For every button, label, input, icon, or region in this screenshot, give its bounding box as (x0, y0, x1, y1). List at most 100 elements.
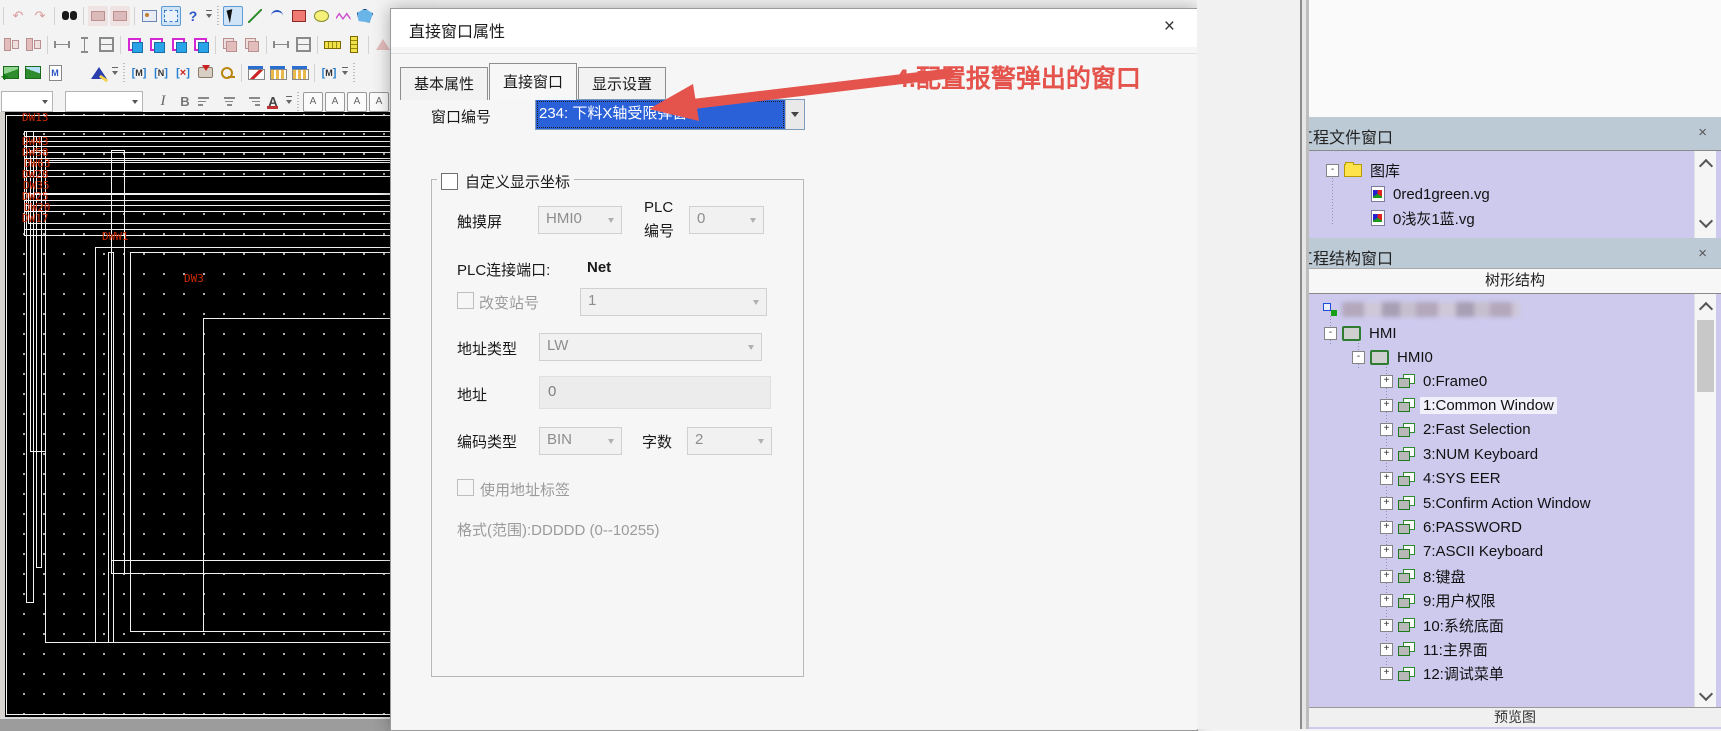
toolbar-overflow-icon[interactable] (204, 7, 214, 25)
addr-type-combo[interactable]: LW (539, 333, 762, 361)
line-tool-icon[interactable] (245, 6, 265, 26)
image-library-icon[interactable] (23, 63, 43, 83)
text-fit-icon[interactable]: A (303, 92, 323, 112)
distribute-icon[interactable] (23, 35, 43, 55)
address-book-icon[interactable] (139, 6, 159, 26)
ellipse-tool-icon[interactable] (311, 6, 331, 26)
polyline-tool-icon[interactable] (333, 6, 353, 26)
tree-item-window[interactable]: +3:NUM Keyboard (1380, 443, 1541, 465)
expand-icon[interactable]: + (1380, 667, 1393, 680)
delete-state-icon[interactable]: × (173, 63, 193, 83)
collapse-icon[interactable]: - (1326, 164, 1339, 177)
tree-item-window[interactable]: +7:ASCII Keyboard (1380, 541, 1546, 563)
find-icon[interactable] (59, 6, 79, 26)
expand-icon[interactable]: + (1380, 643, 1393, 656)
toolbar-drag-handle[interactable] (350, 63, 358, 83)
align-right-icon[interactable] (241, 92, 261, 112)
tree-item-window[interactable]: +8:键盘 (1380, 565, 1469, 587)
scroll-up-icon[interactable] (1695, 296, 1716, 318)
expand-icon[interactable]: + (1380, 521, 1393, 534)
tree-item-vg-file[interactable]: 0red1green.vg (1371, 183, 1493, 205)
tree-item-hmi0[interactable]: -HMI0 (1352, 346, 1436, 368)
wizard-icon[interactable] (89, 63, 109, 83)
encode-type-combo[interactable]: BIN (539, 427, 622, 455)
expand-icon[interactable]: + (1380, 375, 1393, 388)
scroll-up-icon[interactable] (1695, 153, 1716, 175)
expand-icon[interactable]: + (1380, 448, 1393, 461)
toolbar-drag-handle[interactable] (294, 92, 302, 112)
toolbar-drag-handle[interactable] (120, 63, 128, 83)
tree-item-window[interactable]: +4:SYS EER (1380, 468, 1504, 490)
text-fit-icon[interactable]: A (325, 92, 345, 112)
align-center-icon[interactable] (219, 92, 239, 112)
ungroup-icon[interactable] (242, 35, 262, 55)
close-icon[interactable]: × (1698, 245, 1707, 262)
design-canvas[interactable]: DW13DW43DW58DW63DW28DW35DW25DW20DW17DWW1… (0, 112, 394, 717)
tree-structure-header[interactable]: 树形结构 (1309, 268, 1721, 294)
panel-splitter[interactable] (1300, 0, 1309, 729)
project-files-titlebar[interactable]: 工程文件窗口 × (1309, 117, 1721, 150)
tree-item-window[interactable]: +10:系统底面 (1380, 614, 1507, 636)
close-icon[interactable]: × (1698, 124, 1707, 141)
expand-icon[interactable]: + (1380, 497, 1393, 510)
v-ruler-icon[interactable] (344, 35, 364, 55)
collapse-icon[interactable]: - (1352, 351, 1365, 364)
custom-coords-checkbox[interactable] (441, 173, 458, 190)
expand-icon[interactable]: + (1380, 423, 1393, 436)
text-fit-icon[interactable]: A (369, 92, 389, 112)
undo-icon[interactable]: ↶ (8, 6, 28, 26)
expand-icon[interactable]: + (1380, 619, 1393, 632)
align-left-icon[interactable] (197, 92, 217, 112)
redo-icon[interactable]: ↷ (30, 6, 50, 26)
tree-item-vg-file[interactable]: 0浅灰1蓝.vg (1371, 207, 1478, 229)
tree-item-window[interactable]: +0:Frame0 (1380, 370, 1490, 392)
next-state-icon[interactable]: N (151, 63, 171, 83)
print-icon[interactable] (110, 6, 130, 26)
expand-icon[interactable]: + (1380, 472, 1393, 485)
project-structure-titlebar[interactable]: 工程结构窗口 × (1309, 238, 1721, 268)
bold-icon[interactable]: B (175, 92, 195, 112)
key-icon[interactable] (217, 63, 237, 83)
scroll-down-icon[interactable] (1695, 211, 1716, 233)
tree-item-window[interactable]: +2:Fast Selection (1380, 419, 1534, 441)
bring-forward-icon[interactable] (169, 35, 189, 55)
report-window-icon[interactable] (290, 63, 310, 83)
addr-input[interactable]: 0 (539, 376, 771, 409)
tree-item-gallery[interactable]: -图库 (1326, 159, 1403, 181)
curve-tool-icon[interactable] (267, 6, 287, 26)
tree-item-window[interactable]: +11:主界面 (1380, 638, 1491, 660)
h-spacing-icon[interactable] (271, 35, 291, 55)
tree-item-window[interactable]: +1:Common Window (1380, 394, 1557, 416)
trend-window-icon[interactable] (246, 63, 266, 83)
tree-item-window[interactable]: +12:调试菜单 (1380, 663, 1507, 685)
scroll-down-icon[interactable] (1695, 684, 1716, 706)
close-icon[interactable]: × (1164, 16, 1175, 38)
tab-basic-properties[interactable]: 基本属性 (400, 67, 488, 100)
multi-select-icon[interactable] (161, 6, 181, 26)
expand-icon[interactable]: + (1380, 399, 1393, 412)
same-size-icon[interactable] (96, 35, 116, 55)
direct-window-outline[interactable] (111, 560, 394, 574)
font-size-combo[interactable] (65, 91, 143, 112)
italic-icon[interactable]: I (153, 92, 173, 112)
select-tool-icon[interactable] (223, 6, 243, 26)
prev-state-icon[interactable]: M (129, 63, 149, 83)
scrollbar-thumb[interactable] (1697, 320, 1714, 392)
import-icon[interactable] (195, 63, 215, 83)
expand-icon[interactable]: + (1380, 545, 1393, 558)
help-icon[interactable]: ? (183, 6, 203, 26)
send-backward-icon[interactable] (191, 35, 211, 55)
rectangle-tool-icon[interactable] (289, 6, 309, 26)
tab-direct-window[interactable]: 直接窗口 (489, 63, 577, 100)
toolbar-drag-handle[interactable] (214, 6, 222, 26)
collapse-icon[interactable]: - (1324, 327, 1337, 340)
font-color-icon[interactable]: A (263, 92, 283, 112)
print-preview-icon[interactable] (88, 6, 108, 26)
preview-tab[interactable]: 预览图 (1309, 707, 1721, 728)
h-ruler-icon[interactable] (322, 35, 342, 55)
align-icon[interactable] (1, 35, 21, 55)
tree-item-window[interactable]: +5:Confirm Action Window (1380, 492, 1594, 514)
group-icon[interactable] (220, 35, 240, 55)
add-image-icon[interactable] (1, 63, 21, 83)
tree-item-window[interactable]: +6:PASSWORD (1380, 516, 1525, 538)
